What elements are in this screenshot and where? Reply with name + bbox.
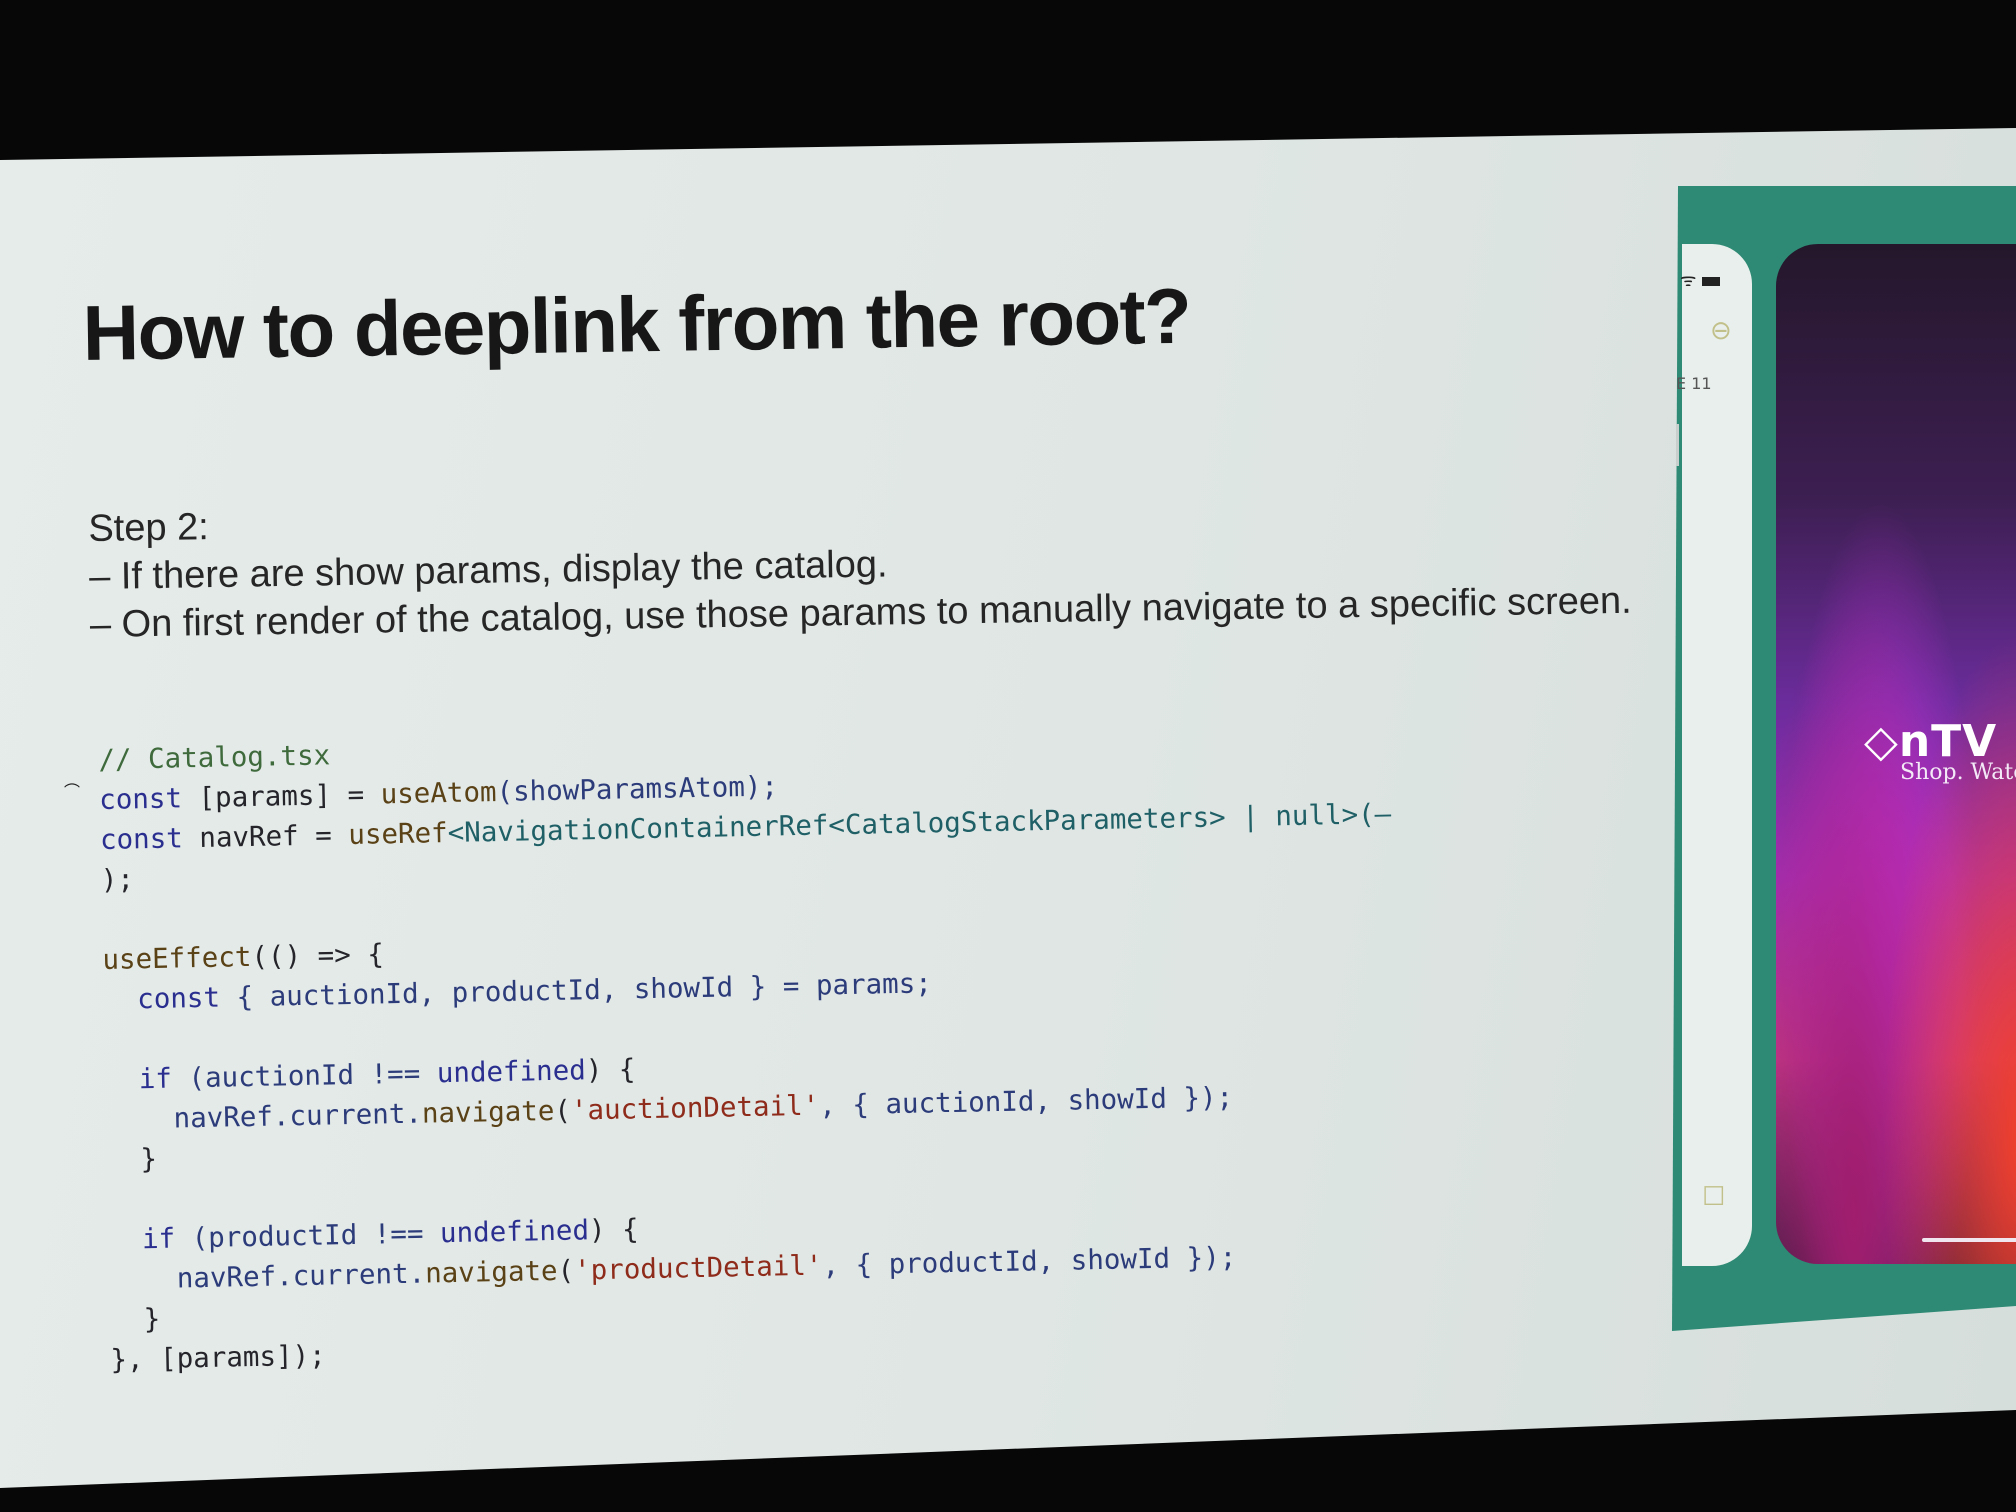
- battery-icon: [1702, 276, 1721, 286]
- pointer-icon: ⌒: [64, 782, 81, 801]
- home-indicator[interactable]: [1922, 1238, 2016, 1242]
- side-label: E 11: [1676, 374, 1712, 393]
- photo-frame: How to deeplink from the root? Step 2: –…: [0, 0, 2016, 1512]
- phone-side-panel: [1682, 244, 1752, 1266]
- wifi-icon: ᯤ: [1680, 270, 1697, 291]
- app-icon: ☐: [1702, 1182, 1726, 1212]
- slide-title: How to deeplink from the root?: [82, 271, 1191, 377]
- code-comment: // Catalog.tsx: [98, 739, 331, 776]
- code-block: // Catalog.tsx const [params] = useAtom(s…: [98, 714, 1402, 1380]
- status-bar: ᯤ: [1680, 268, 1721, 292]
- side-divider: [1676, 424, 1679, 466]
- lock-icon: ⊖: [1710, 316, 1732, 346]
- step-description: Step 2: – If there are show params, disp…: [88, 481, 1632, 649]
- app-tagline: Shop. Watch: [1900, 760, 2016, 785]
